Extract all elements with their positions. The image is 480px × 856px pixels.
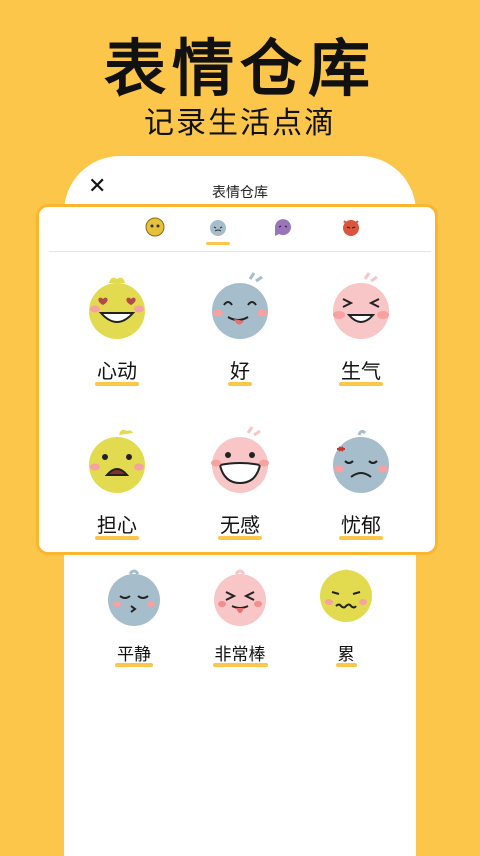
mood-label: 无感 (218, 509, 262, 540)
tired-face-icon (310, 562, 382, 634)
mood-picker-panel: 心动 好 生气 担心 无感 忧郁 (36, 204, 438, 555)
wink-tongue-face-icon (204, 562, 276, 634)
mood-item-xindong[interactable]: 心动 (57, 271, 177, 411)
mood-label: 心动 (95, 355, 139, 386)
worried-face-icon (81, 425, 153, 497)
mood-item-hao[interactable]: 好 (180, 271, 300, 411)
mood-item-danxin[interactable]: 担心 (57, 425, 177, 565)
mood-label: 担心 (95, 509, 139, 540)
yellow-face-icon (145, 217, 165, 237)
mood-item-feichangbang[interactable]: 非常棒 (180, 562, 300, 702)
mood-item-shengqi[interactable]: 生气 (301, 271, 421, 411)
purple-face-icon (273, 217, 293, 237)
mood-item-pingjing[interactable]: 平静 (74, 562, 194, 702)
tab-yellow[interactable] (143, 217, 167, 245)
mood-item-youyu[interactable]: 忧郁 (301, 425, 421, 565)
blue-face-icon (208, 217, 228, 237)
mood-label: 平静 (115, 645, 153, 667)
mood-label: 非常棒 (212, 645, 268, 667)
calm-kiss-face-icon (98, 562, 170, 634)
red-face-icon (341, 217, 361, 237)
sad-face-icon (325, 425, 397, 497)
mood-category-tabs (49, 207, 431, 252)
grin-face-icon (204, 425, 276, 497)
squint-laugh-face-icon (325, 271, 397, 343)
hero-subtitle: 记录生活点滴 (144, 106, 336, 141)
tab-red[interactable] (339, 217, 363, 245)
tab-purple[interactable] (271, 217, 295, 245)
tongue-out-face-icon (204, 271, 276, 343)
mood-item-wugan[interactable]: 无感 (180, 425, 300, 565)
screen-title: 表情仓库 (212, 185, 268, 201)
mood-label: 累 (335, 645, 357, 667)
mood-label: 好 (228, 355, 252, 386)
mood-item-lei[interactable]: 累 (286, 562, 406, 702)
tab-blue[interactable] (206, 217, 230, 245)
mood-label: 忧郁 (339, 509, 383, 540)
hero-title: 表情仓库 (103, 32, 376, 105)
mood-label: 生气 (339, 355, 383, 386)
heart-eyes-face-icon (81, 271, 153, 343)
